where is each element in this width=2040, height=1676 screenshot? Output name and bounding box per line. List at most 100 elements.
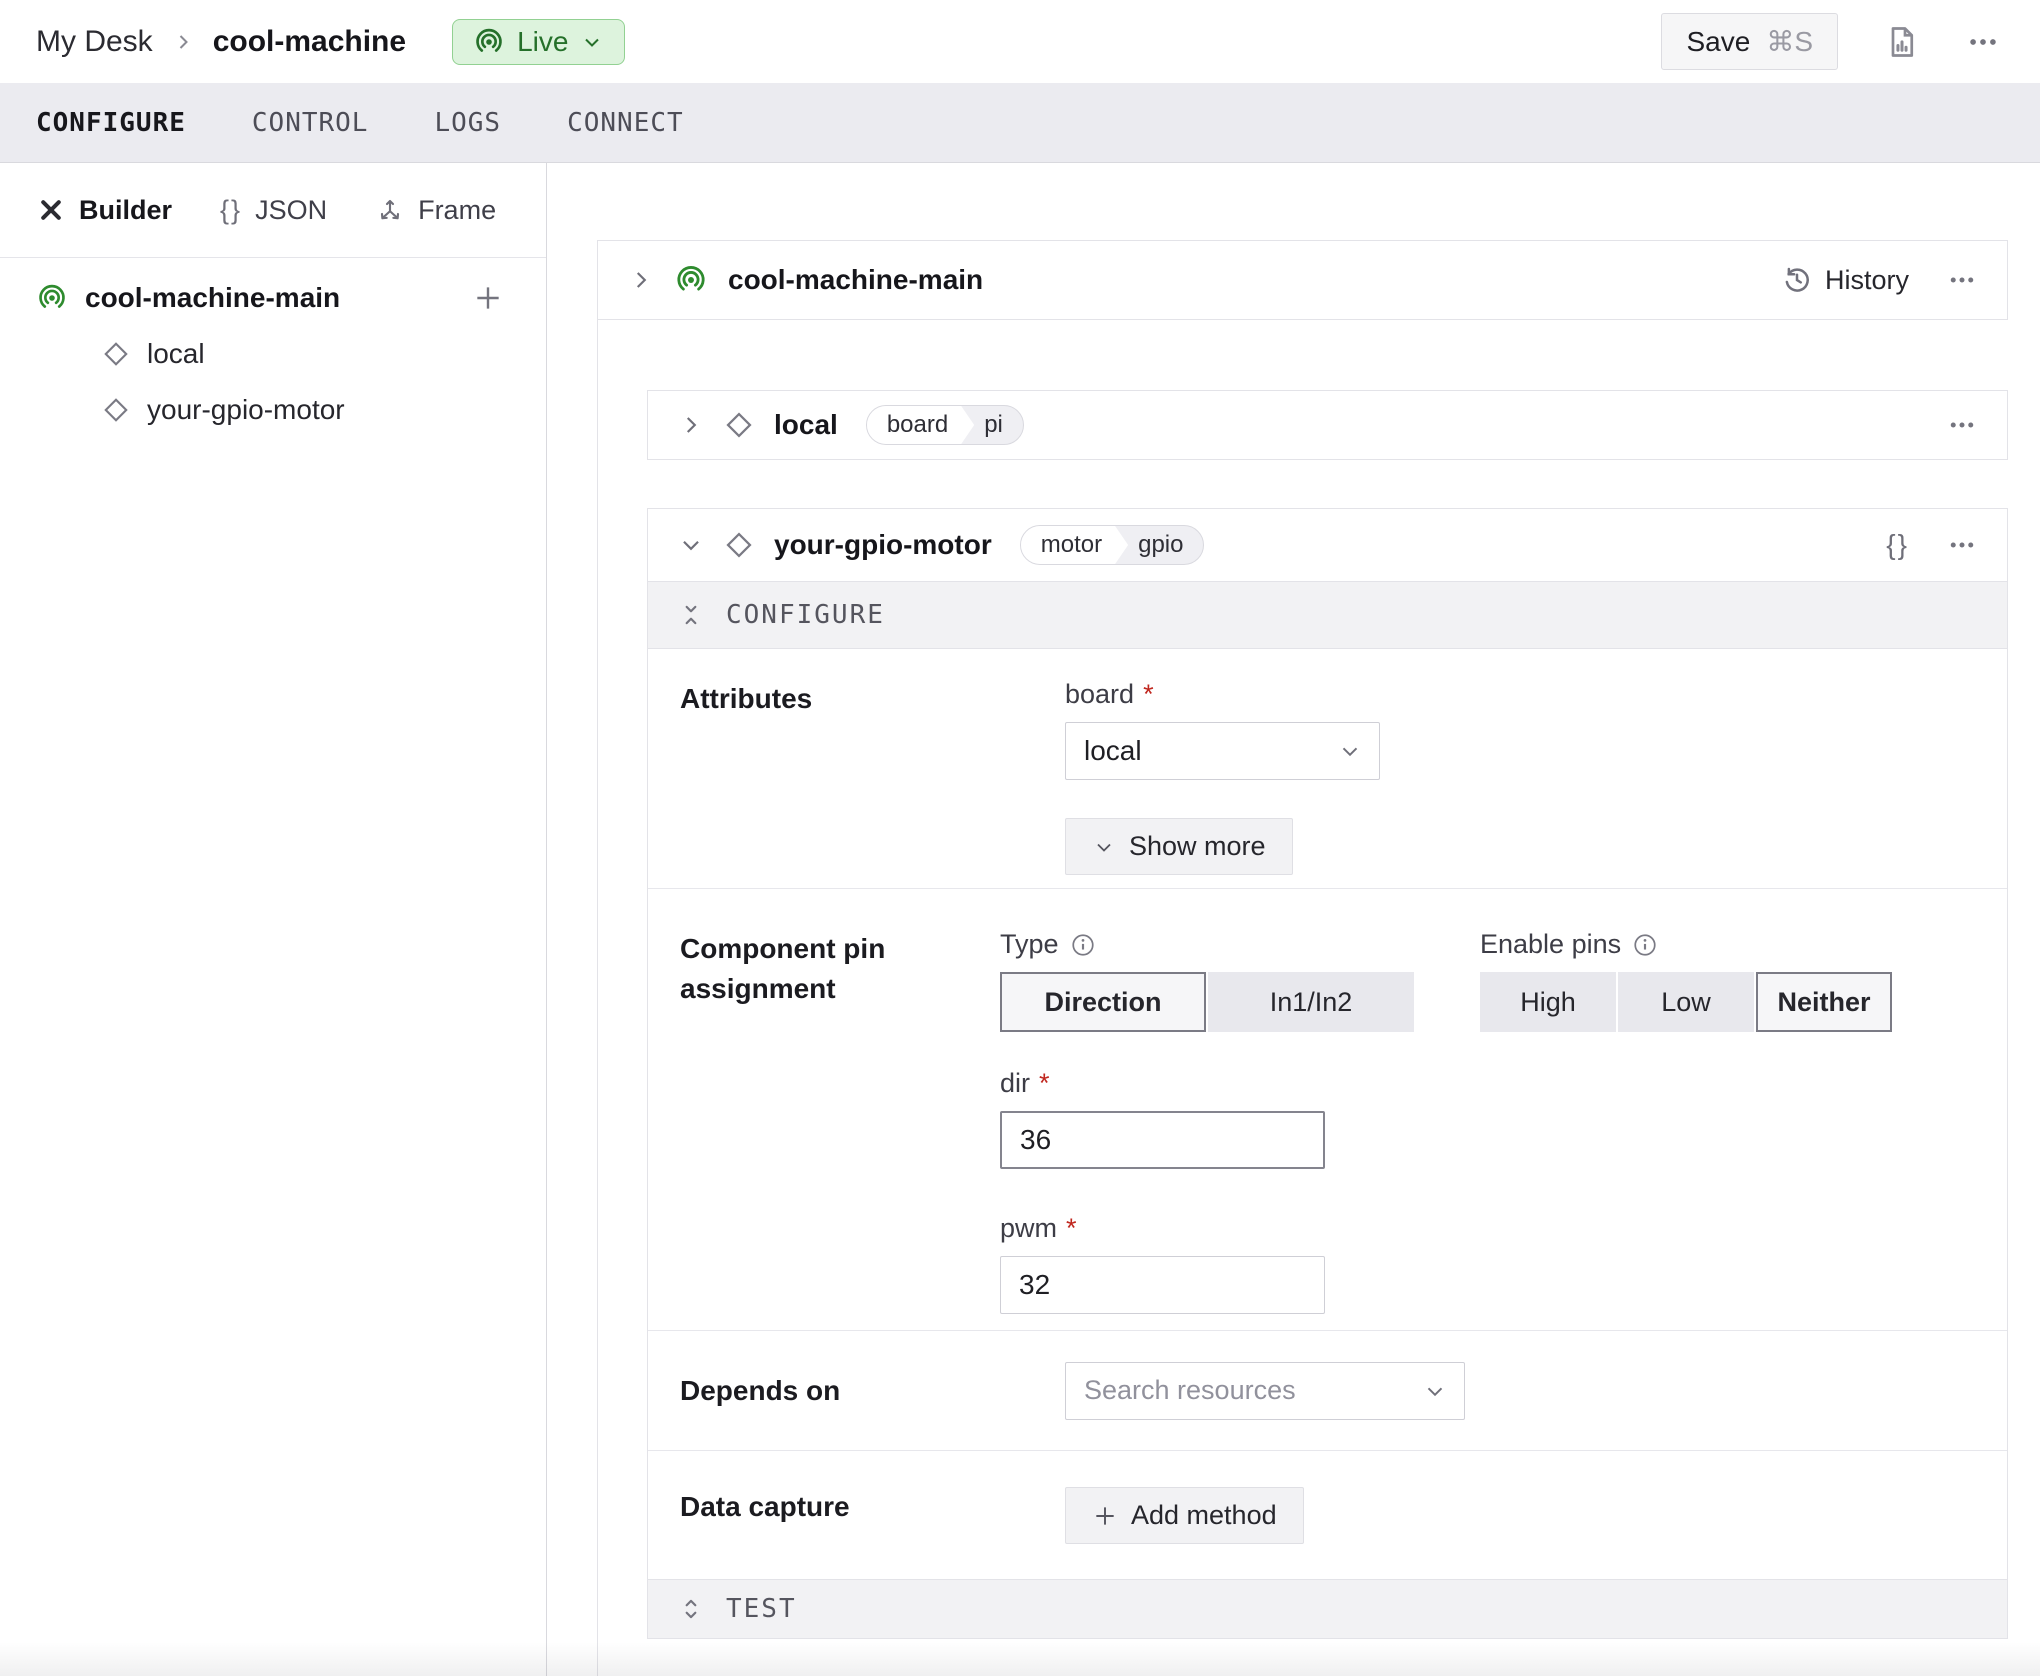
- header-more-menu-icon[interactable]: [1966, 25, 2000, 59]
- local-card-title: local: [774, 409, 838, 441]
- enable-pins-label: Enable pins: [1480, 929, 1892, 960]
- motor-card-title: your-gpio-motor: [774, 529, 992, 561]
- pwm-pin-field: pwm*: [1000, 1213, 1414, 1314]
- resource-type-tag: motor gpio: [1020, 525, 1205, 565]
- mode-frame[interactable]: Frame: [375, 195, 496, 226]
- dir-pin-input[interactable]: [1000, 1111, 1325, 1169]
- depends-on-row: Depends on Search resources: [648, 1331, 2007, 1451]
- mode-json[interactable]: {} JSON: [220, 195, 327, 226]
- attributes-label: Attributes: [680, 679, 1065, 888]
- tag-type: motor: [1021, 526, 1128, 564]
- config-canvas: cool-machine-main History: [547, 163, 2040, 1676]
- component-diamond-icon: [102, 340, 130, 368]
- breadcrumb-root-link[interactable]: My Desk: [36, 25, 153, 59]
- mode-builder-label: Builder: [79, 195, 172, 226]
- tab-connect[interactable]: CONNECT: [567, 108, 684, 138]
- type-direction-option[interactable]: Direction: [1000, 972, 1206, 1032]
- tree-motor-label: your-gpio-motor: [147, 394, 345, 426]
- collapse-chevron-icon[interactable]: [678, 532, 704, 558]
- tab-logs[interactable]: LOGS: [434, 108, 501, 138]
- data-capture-label: Data capture: [680, 1487, 1065, 1579]
- test-section-label: TEST: [726, 1594, 797, 1624]
- dir-pin-field: dir*: [1000, 1068, 1414, 1169]
- pwm-pin-input[interactable]: [1000, 1256, 1325, 1314]
- add-component-icon[interactable]: [472, 282, 504, 314]
- tree-item-local[interactable]: local: [0, 326, 546, 382]
- info-icon[interactable]: [1070, 932, 1096, 958]
- depends-on-label: Depends on: [680, 1371, 1065, 1411]
- type-in1in2-option[interactable]: In1/In2: [1208, 972, 1414, 1032]
- save-shortcut: ⌘S: [1766, 25, 1813, 58]
- required-marker: *: [1143, 679, 1154, 710]
- save-label: Save: [1686, 26, 1750, 58]
- expand-section-icon[interactable]: [678, 1596, 704, 1622]
- machine-status-dropdown[interactable]: Live: [452, 19, 625, 65]
- required-marker: *: [1066, 1213, 1077, 1244]
- depends-on-select[interactable]: Search resources: [1065, 1362, 1465, 1420]
- tag-model: gpio: [1128, 531, 1203, 559]
- motor-card-menu-icon[interactable]: [1947, 530, 1977, 560]
- history-label: History: [1825, 265, 1909, 296]
- local-board-card: local board pi: [647, 390, 2008, 460]
- machine-part-tree: cool-machine-main local your-gpio-motor: [0, 258, 546, 438]
- tree-machine-label: cool-machine-main: [85, 282, 340, 314]
- expand-chevron-icon[interactable]: [678, 412, 704, 438]
- resource-type-tag: board pi: [866, 405, 1024, 445]
- mode-builder[interactable]: Builder: [36, 195, 172, 226]
- chevron-down-icon: [1337, 738, 1363, 764]
- machine-report-icon[interactable]: [1884, 24, 1920, 60]
- info-icon[interactable]: [1632, 932, 1658, 958]
- mode-json-label: JSON: [255, 195, 327, 226]
- required-marker: *: [1039, 1068, 1050, 1099]
- board-field-label: board*: [1065, 679, 1380, 710]
- attributes-row: Attributes board* local: [648, 649, 2007, 889]
- local-card-menu-icon[interactable]: [1947, 410, 1977, 440]
- expand-chevron-icon[interactable]: [628, 267, 654, 293]
- component-diamond-icon: [724, 530, 754, 560]
- machine-card-title: cool-machine-main: [728, 264, 983, 296]
- tree-local-label: local: [147, 338, 205, 370]
- pin-type-segmented: Direction In1/In2: [1000, 972, 1414, 1032]
- json-view-icon[interactable]: {}: [1886, 529, 1909, 561]
- machine-config-page: My Desk cool-machine Live Save ⌘S: [0, 0, 2040, 1676]
- component-diamond-icon: [724, 410, 754, 440]
- breadcrumb-chevron-icon: [171, 30, 195, 54]
- history-icon: [1782, 265, 1812, 295]
- chevron-down-icon: [1422, 1378, 1448, 1404]
- tree-item-machine[interactable]: cool-machine-main: [0, 270, 546, 326]
- history-button[interactable]: History: [1782, 265, 1909, 296]
- breadcrumb: My Desk cool-machine: [36, 25, 406, 59]
- tree-item-your-gpio-motor[interactable]: your-gpio-motor: [0, 382, 546, 438]
- enable-neither-option[interactable]: Neither: [1756, 972, 1892, 1032]
- save-button[interactable]: Save ⌘S: [1661, 13, 1838, 70]
- board-select-value: local: [1084, 735, 1142, 767]
- config-sidebar: Builder {} JSON Frame: [0, 163, 547, 1676]
- broadcast-icon: [473, 26, 505, 58]
- pin-assignment-label: Component pin assignment: [680, 929, 1000, 1330]
- dir-label: dir*: [1000, 1068, 1414, 1099]
- type-label: Type: [1000, 929, 1414, 960]
- test-section-bar: TEST: [648, 1579, 2007, 1638]
- collapse-section-icon[interactable]: [678, 602, 704, 628]
- component-diamond-icon: [102, 396, 130, 424]
- add-method-button[interactable]: Add method: [1065, 1487, 1304, 1544]
- show-more-button[interactable]: Show more: [1065, 818, 1293, 875]
- enable-high-option[interactable]: High: [1480, 972, 1616, 1032]
- status-label: Live: [517, 26, 568, 58]
- app-header: My Desk cool-machine Live Save ⌘S: [0, 0, 2040, 83]
- machine-card-menu-icon[interactable]: [1947, 265, 1977, 295]
- braces-icon: {}: [220, 195, 242, 226]
- tab-configure[interactable]: CONFIGURE: [36, 108, 186, 138]
- enable-low-option[interactable]: Low: [1618, 972, 1754, 1032]
- tab-control[interactable]: CONTROL: [252, 108, 369, 138]
- board-select[interactable]: local: [1065, 722, 1380, 780]
- enable-pins-group: Enable pins High Low Neither: [1480, 929, 1892, 1314]
- machine-part-card: cool-machine-main History: [597, 240, 2008, 320]
- pin-type-group: Type Direction In1/In2: [1000, 929, 1414, 1314]
- depends-on-placeholder: Search resources: [1084, 1375, 1296, 1406]
- header-actions: Save ⌘S: [1661, 13, 2000, 70]
- configure-section-label: CONFIGURE: [726, 600, 885, 630]
- pin-assignment-row: Component pin assignment Type: [648, 889, 2007, 1331]
- pwm-label: pwm*: [1000, 1213, 1414, 1244]
- show-more-label: Show more: [1129, 831, 1266, 862]
